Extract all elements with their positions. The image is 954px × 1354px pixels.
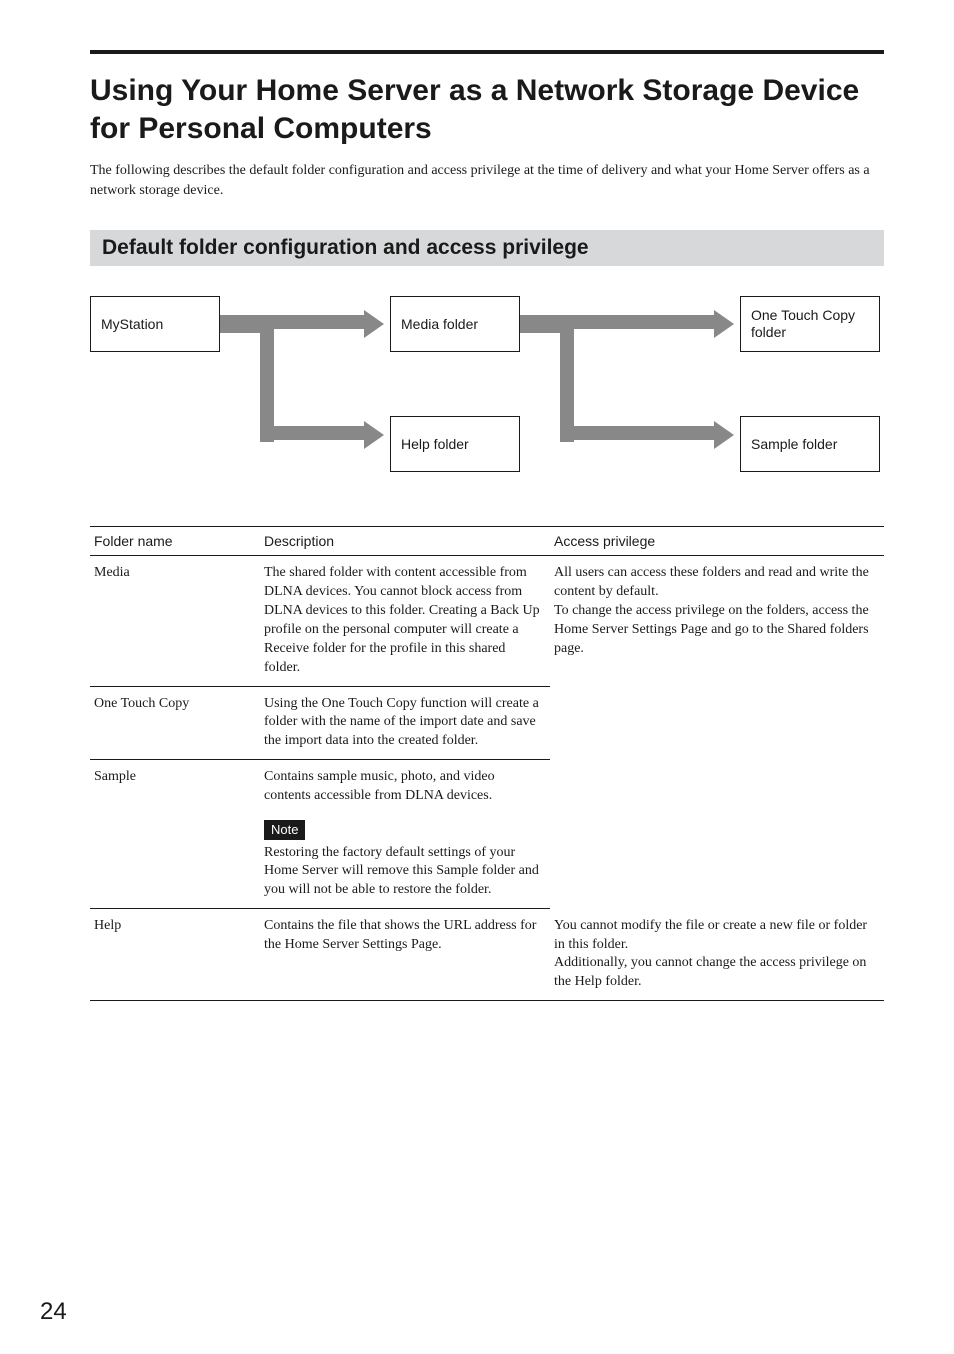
sample-desc-1: Contains sample music, photo, and video … bbox=[264, 768, 544, 806]
diagram-box-help: Help folder bbox=[390, 416, 520, 472]
connector bbox=[560, 315, 574, 442]
connector bbox=[574, 315, 714, 329]
diagram-box-media: Media folder bbox=[390, 296, 520, 352]
col-header-access: Access privilege bbox=[550, 527, 884, 556]
note-tag: Note bbox=[264, 820, 305, 840]
intro-text: The following describes the default fold… bbox=[90, 161, 884, 200]
cell-description: Contains the file that shows the URL add… bbox=[260, 909, 550, 1001]
connector-arrow bbox=[364, 421, 384, 449]
diagram-box-mystation: MyStation bbox=[90, 296, 220, 352]
connector-arrow bbox=[714, 310, 734, 338]
connector bbox=[274, 315, 364, 329]
cell-folder-name: Help bbox=[90, 909, 260, 1001]
folder-diagram: MyStation Media folder Help folder One T… bbox=[90, 296, 884, 506]
cell-description: Contains sample music, photo, and video … bbox=[260, 760, 550, 909]
cell-access: All users can access these folders and r… bbox=[550, 556, 884, 909]
page-heading: Using Your Home Server as a Network Stor… bbox=[90, 72, 884, 147]
connector bbox=[574, 426, 714, 440]
cell-folder-name: Sample bbox=[90, 760, 260, 909]
connector bbox=[220, 315, 260, 333]
col-header-description: Description bbox=[260, 527, 550, 556]
folder-table: Folder name Description Access privilege… bbox=[90, 526, 884, 1001]
cell-access: You cannot modify the file or create a n… bbox=[550, 909, 884, 1001]
connector bbox=[520, 315, 560, 333]
diagram-box-onetouch: One Touch Copy folder bbox=[740, 296, 880, 352]
table-row: Media The shared folder with content acc… bbox=[90, 556, 884, 686]
cell-folder-name: One Touch Copy bbox=[90, 686, 260, 760]
cell-description: Using the One Touch Copy function will c… bbox=[260, 686, 550, 760]
cell-description: The shared folder with content accessibl… bbox=[260, 556, 550, 686]
sample-desc-2: Restoring the factory default settings o… bbox=[264, 844, 544, 901]
page-number: 24 bbox=[40, 1298, 67, 1326]
connector-arrow bbox=[364, 310, 384, 338]
section-heading: Default folder configuration and access … bbox=[90, 230, 884, 266]
diagram-box-sample: Sample folder bbox=[740, 416, 880, 472]
table-row: Help Contains the file that shows the UR… bbox=[90, 909, 884, 1001]
connector-arrow bbox=[714, 421, 734, 449]
col-header-folder: Folder name bbox=[90, 527, 260, 556]
cell-folder-name: Media bbox=[90, 556, 260, 686]
connector bbox=[260, 315, 274, 442]
top-rule bbox=[90, 50, 884, 54]
connector bbox=[274, 426, 364, 440]
